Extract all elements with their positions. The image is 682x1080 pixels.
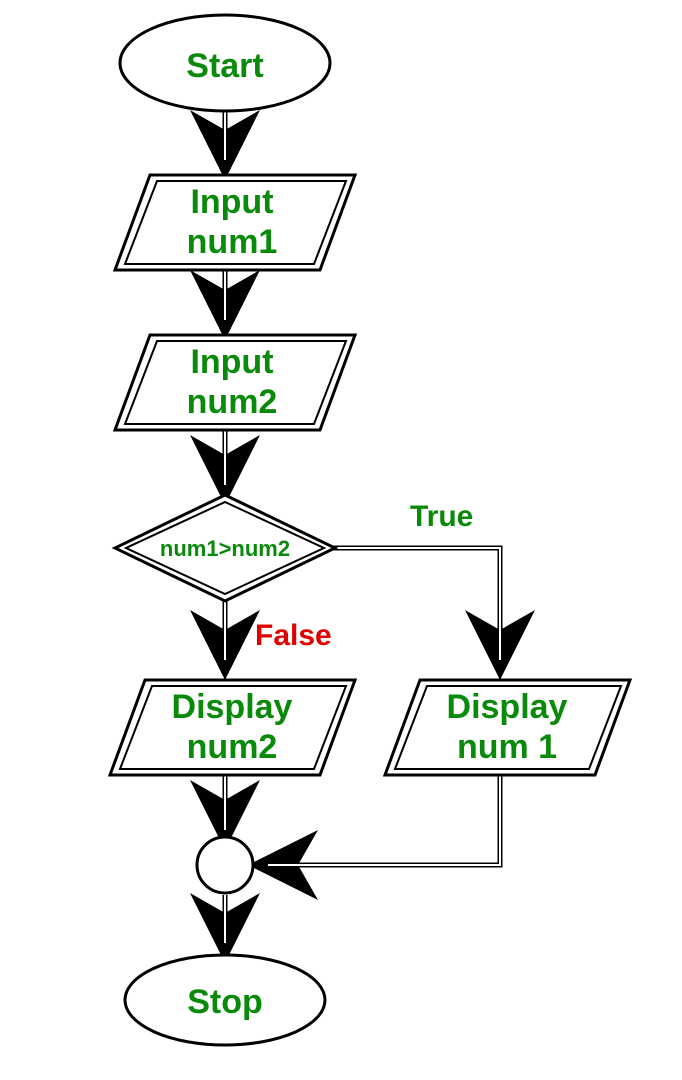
input-num2-label-2: num2 bbox=[187, 383, 278, 421]
input-num1-node: Input num1 bbox=[115, 175, 355, 270]
decision-label: num1>num2 bbox=[160, 536, 290, 561]
stop-label: Stop bbox=[187, 983, 263, 1021]
start-node: Start bbox=[120, 15, 330, 111]
display-num2-node: Display num2 bbox=[110, 680, 355, 775]
input-num1-label-2: num1 bbox=[187, 223, 278, 261]
display-num1-label-2: num 1 bbox=[457, 728, 557, 766]
input-num1-label-1: Input bbox=[190, 183, 273, 221]
arrow-decision-true bbox=[330, 548, 500, 665]
branch-false-label: False bbox=[255, 619, 332, 652]
decision-node: num1>num2 bbox=[115, 495, 335, 601]
display-num1-node: Display num 1 bbox=[385, 680, 630, 775]
display-num1-label-1: Display bbox=[447, 688, 568, 726]
input-num2-label-1: Input bbox=[190, 343, 273, 381]
input-num2-node: Input num2 bbox=[115, 335, 355, 430]
merge-node bbox=[197, 837, 253, 893]
display-num2-label-1: Display bbox=[172, 688, 293, 726]
display-num2-label-2: num2 bbox=[187, 728, 278, 766]
flowchart-diagram: Start Input num1 Input num2 num1>num2 Tr… bbox=[0, 0, 682, 1080]
stop-node: Stop bbox=[125, 955, 325, 1045]
arrow-displaytrue-to-merge bbox=[263, 775, 500, 865]
branch-true-label: True bbox=[410, 500, 473, 533]
start-label: Start bbox=[186, 47, 263, 85]
